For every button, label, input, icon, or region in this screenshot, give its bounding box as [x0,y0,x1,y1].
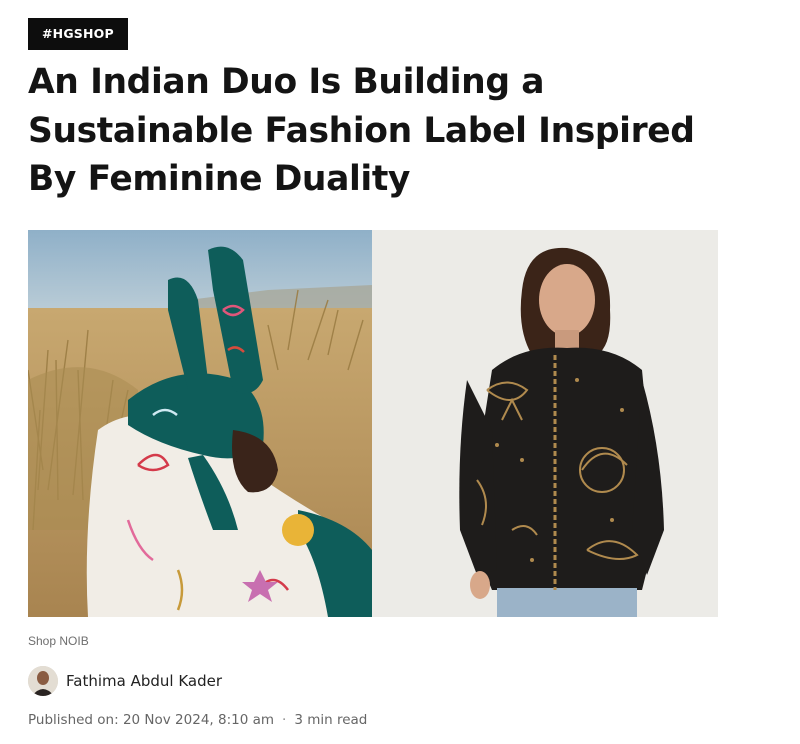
hero-photo-black-shirt [372,230,718,617]
author-avatar-icon[interactable] [28,666,58,696]
image-caption[interactable]: Shop NOIB [28,634,89,648]
hero-photo-desert-jacket [28,230,372,617]
author-name[interactable]: Fathima Abdul Kader [66,672,222,690]
read-time: 3 min read [294,712,368,728]
published-label: Published on: [28,712,119,728]
article-meta: Published on: 20 Nov 2024, 8:10 am · 3 m… [28,712,367,728]
hero-image-collage [28,230,718,617]
article-headline: An Indian Duo Is Building a Sustainable … [28,62,695,199]
category-tag-hgshop[interactable]: #HGSHOP [28,18,128,50]
author-byline[interactable]: Fathima Abdul Kader [28,666,222,696]
meta-separator: · [282,712,287,728]
published-date: 20 Nov 2024, 8:10 am [122,712,275,728]
